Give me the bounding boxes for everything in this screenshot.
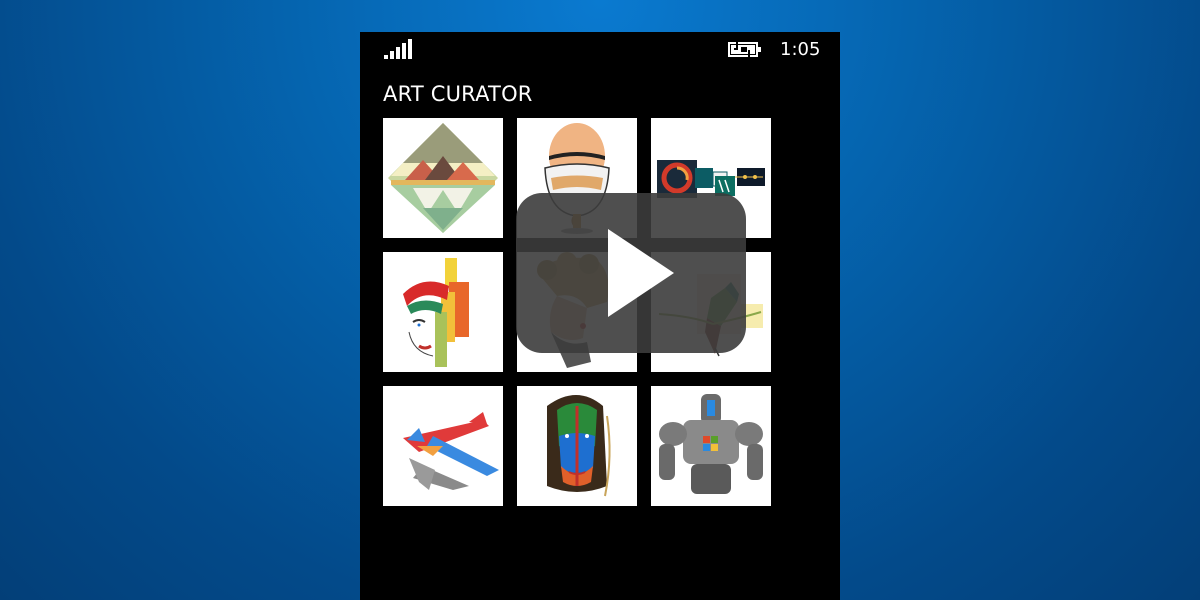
gallery-tile-airplane[interactable]	[383, 386, 503, 506]
clock-time: 1:05	[780, 39, 821, 60]
mountain-artwork-image	[388, 123, 498, 233]
robot-artwork-image	[659, 394, 763, 494]
signal-strength-icon	[384, 39, 412, 59]
woman-artwork-image	[547, 395, 611, 497]
face-artwork-image	[403, 258, 469, 367]
play-icon	[608, 229, 674, 317]
gallery-tile-face[interactable]	[383, 252, 503, 372]
page-title: ART CURATOR	[383, 82, 533, 106]
gallery-tile-robot[interactable]	[651, 386, 771, 506]
status-bar: 1:05	[360, 32, 840, 66]
airplane-artwork-image	[403, 412, 499, 490]
gallery-tile-mountain[interactable]	[383, 118, 503, 238]
video-play-overlay[interactable]	[516, 193, 746, 353]
gallery-tile-woman[interactable]	[517, 386, 637, 506]
battery-charging-icon	[728, 41, 761, 58]
